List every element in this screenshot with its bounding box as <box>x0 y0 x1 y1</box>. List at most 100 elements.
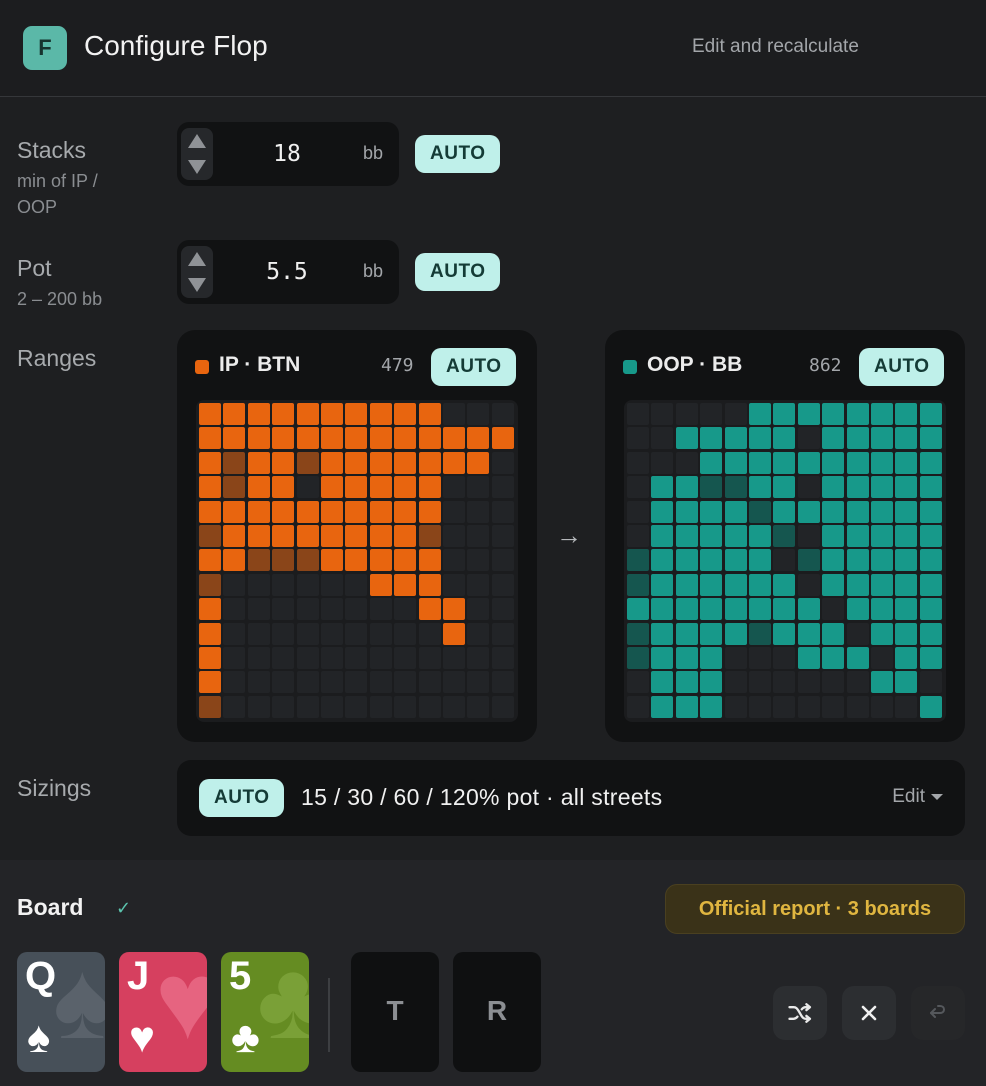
range-cell[interactable] <box>345 427 368 450</box>
range-cell[interactable] <box>247 549 270 572</box>
range-cell[interactable] <box>919 427 942 450</box>
range-cell[interactable] <box>272 622 295 645</box>
range-cell[interactable] <box>394 598 417 621</box>
range-cell[interactable] <box>394 476 417 499</box>
range-cell[interactable] <box>369 573 392 596</box>
range-cell[interactable] <box>627 573 649 596</box>
range-cell[interactable] <box>247 622 270 645</box>
range-cell[interactable] <box>871 598 893 621</box>
range-cell[interactable] <box>394 695 417 718</box>
range-cell[interactable] <box>223 427 246 450</box>
flop-card-3[interactable]: ♣ 5 ♣ <box>221 952 309 1072</box>
range-cell[interactable] <box>700 403 723 425</box>
pot-value-input[interactable]: 5.5 <box>237 240 337 304</box>
range-cell[interactable] <box>724 598 747 621</box>
range-cell[interactable] <box>846 427 869 450</box>
range-cell[interactable] <box>651 427 674 450</box>
range-cell[interactable] <box>871 427 893 450</box>
range-cell[interactable] <box>199 427 221 450</box>
range-cell[interactable] <box>919 500 942 523</box>
range-cell[interactable] <box>627 451 649 474</box>
range-cell[interactable] <box>724 403 747 425</box>
range-cell[interactable] <box>895 695 918 718</box>
range-cell[interactable] <box>871 500 893 523</box>
range-cell[interactable] <box>199 598 221 621</box>
range-cell[interactable] <box>369 549 392 572</box>
range-cell[interactable] <box>223 647 246 669</box>
range-cell[interactable] <box>345 403 368 425</box>
range-cell[interactable] <box>773 549 796 572</box>
range-cell[interactable] <box>822 671 845 694</box>
range-cell[interactable] <box>443 403 465 425</box>
range-cell[interactable] <box>627 598 649 621</box>
range-cell[interactable] <box>651 647 674 669</box>
range-cell[interactable] <box>467 622 490 645</box>
range-cell[interactable] <box>296 427 319 450</box>
range-cell[interactable] <box>491 500 514 523</box>
range-cell[interactable] <box>491 598 514 621</box>
range-cell[interactable] <box>675 451 698 474</box>
range-cell[interactable] <box>321 403 343 425</box>
range-cell[interactable] <box>627 671 649 694</box>
range-cell[interactable] <box>345 647 368 669</box>
range-cell[interactable] <box>369 500 392 523</box>
range-cell[interactable] <box>675 622 698 645</box>
range-cell[interactable] <box>773 403 796 425</box>
range-cell[interactable] <box>418 427 441 450</box>
undo-button[interactable] <box>911 986 965 1040</box>
range-cell[interactable] <box>651 500 674 523</box>
range-cell[interactable] <box>223 573 246 596</box>
range-cell[interactable] <box>749 403 771 425</box>
range-cell[interactable] <box>773 427 796 450</box>
range-cell[interactable] <box>418 695 441 718</box>
range-cell[interactable] <box>491 525 514 547</box>
range-cell[interactable] <box>443 622 465 645</box>
range-cell[interactable] <box>443 671 465 694</box>
range-cell[interactable] <box>822 500 845 523</box>
oop-range-auto-button[interactable]: AUTO <box>859 348 945 386</box>
range-cell[interactable] <box>345 549 368 572</box>
range-cell[interactable] <box>418 403 441 425</box>
range-cell[interactable] <box>700 573 723 596</box>
range-cell[interactable] <box>491 647 514 669</box>
range-cell[interactable] <box>418 573 441 596</box>
range-cell[interactable] <box>296 549 319 572</box>
range-cell[interactable] <box>919 549 942 572</box>
range-cell[interactable] <box>724 476 747 499</box>
range-cell[interactable] <box>369 695 392 718</box>
range-cell[interactable] <box>345 622 368 645</box>
range-cell[interactable] <box>443 427 465 450</box>
range-cell[interactable] <box>369 622 392 645</box>
range-cell[interactable] <box>394 500 417 523</box>
range-cell[interactable] <box>369 647 392 669</box>
range-cell[interactable] <box>700 695 723 718</box>
range-cell[interactable] <box>443 525 465 547</box>
range-cell[interactable] <box>627 403 649 425</box>
range-cell[interactable] <box>846 695 869 718</box>
range-cell[interactable] <box>919 476 942 499</box>
range-cell[interactable] <box>895 525 918 547</box>
range-cell[interactable] <box>724 549 747 572</box>
range-cell[interactable] <box>199 403 221 425</box>
range-cell[interactable] <box>846 671 869 694</box>
range-cell[interactable] <box>223 500 246 523</box>
range-cell[interactable] <box>700 622 723 645</box>
range-cell[interactable] <box>871 476 893 499</box>
range-cell[interactable] <box>321 622 343 645</box>
range-cell[interactable] <box>369 427 392 450</box>
range-cell[interactable] <box>724 573 747 596</box>
range-cell[interactable] <box>919 573 942 596</box>
range-cell[interactable] <box>700 671 723 694</box>
range-cell[interactable] <box>675 427 698 450</box>
range-cell[interactable] <box>247 573 270 596</box>
range-cell[interactable] <box>749 647 771 669</box>
range-cell[interactable] <box>749 525 771 547</box>
range-cell[interactable] <box>467 476 490 499</box>
range-cell[interactable] <box>700 451 723 474</box>
range-cell[interactable] <box>467 525 490 547</box>
range-cell[interactable] <box>627 622 649 645</box>
range-cell[interactable] <box>627 695 649 718</box>
range-cell[interactable] <box>773 647 796 669</box>
range-cell[interactable] <box>822 403 845 425</box>
range-cell[interactable] <box>199 622 221 645</box>
